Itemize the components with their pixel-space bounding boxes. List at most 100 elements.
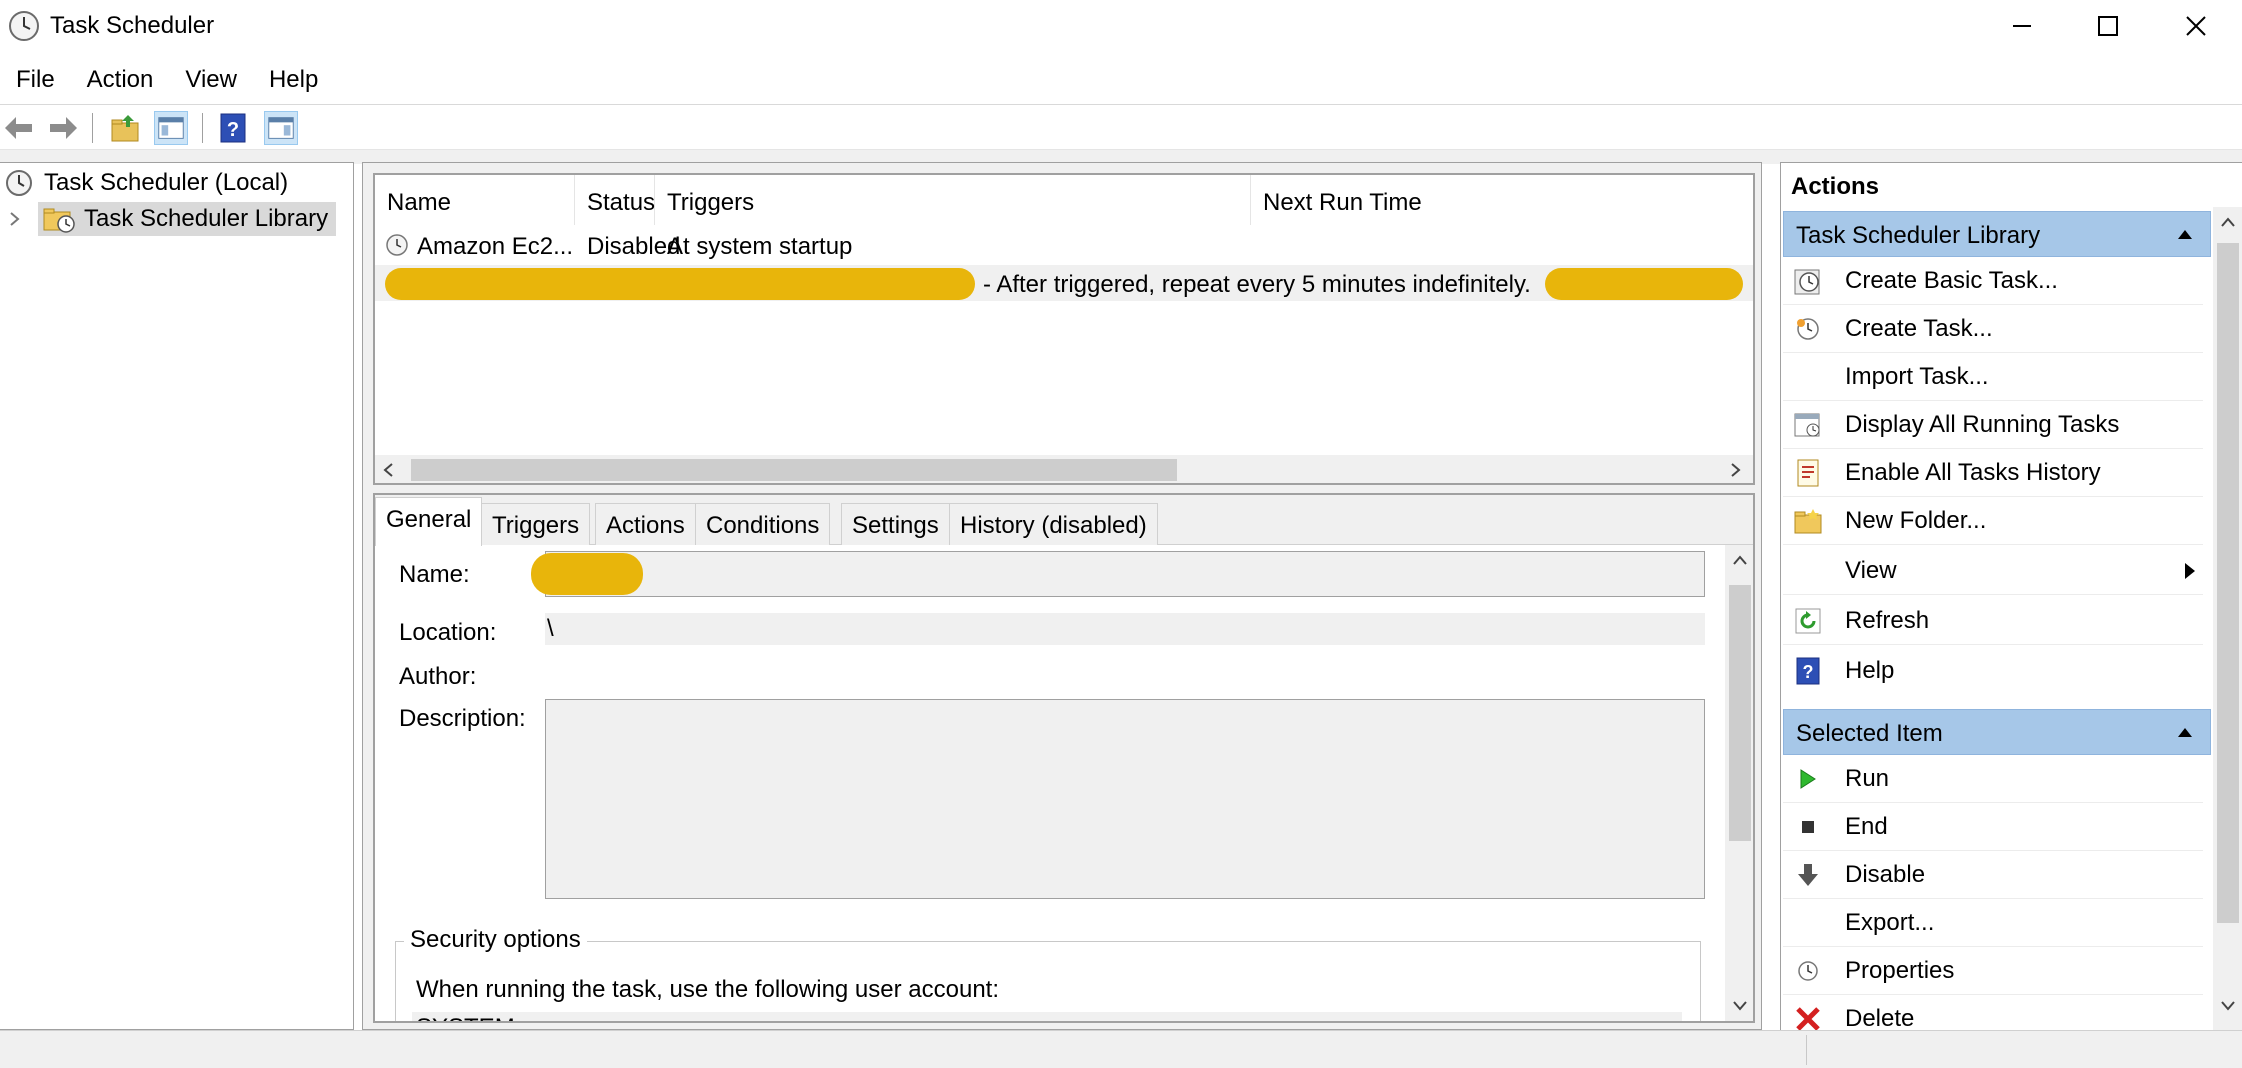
scroll-left-icon[interactable] [381, 461, 397, 479]
location-label: Location: [399, 619, 497, 646]
show-hide-action-pane-icon[interactable] [264, 111, 298, 145]
help-icon[interactable]: ? [216, 111, 250, 145]
user-account-value: SYSTEM [416, 1014, 515, 1021]
task-detail-pane: General Triggers Actions Conditions Sett… [373, 493, 1755, 1023]
show-hide-console-tree-icon[interactable] [154, 111, 188, 145]
tab-actions[interactable]: Actions [595, 503, 696, 545]
column-header-triggers[interactable]: Triggers [655, 175, 1251, 225]
table-row[interactable]: - After triggered, repeat every 5 minute… [375, 265, 1753, 301]
location-field[interactable]: \ [545, 613, 1705, 645]
action-export[interactable]: Export... [1783, 899, 2203, 947]
close-icon [2186, 16, 2206, 36]
action-create-task[interactable]: Create Task... [1783, 305, 2203, 353]
scroll-right-icon[interactable] [1727, 461, 1743, 479]
task-name-cell: Amazon Ec2... [417, 233, 574, 260]
collapse-up-icon[interactable] [2176, 724, 2194, 740]
name-label: Name: [399, 561, 470, 588]
scroll-up-icon[interactable] [2219, 215, 2237, 231]
action-help[interactable]: ? Help [1783, 647, 2203, 695]
action-label: Run [1845, 764, 1890, 792]
actions-vertical-scrollbar[interactable] [2213, 207, 2242, 1030]
menu-help[interactable]: Help [253, 60, 334, 100]
forward-arrow-icon[interactable] [46, 111, 80, 145]
tab-settings[interactable]: Settings [841, 503, 950, 545]
action-label: New Folder... [1845, 506, 1987, 534]
menu-view[interactable]: View [169, 60, 253, 100]
action-disable[interactable]: Disable [1783, 851, 2203, 899]
scroll-down-icon[interactable] [1731, 997, 1749, 1013]
action-new-folder[interactable]: New Folder... [1783, 497, 2203, 545]
action-end[interactable]: End [1783, 803, 2203, 851]
chevron-right-icon[interactable] [6, 209, 24, 229]
action-run[interactable]: Run [1783, 755, 2203, 803]
tree-library-label: Task Scheduler Library [84, 205, 329, 232]
actions-vertical-scroll-thumb[interactable] [2217, 243, 2239, 923]
clock-create-icon [1797, 317, 1819, 340]
action-label: Create Basic Task... [1845, 266, 2058, 294]
task-trigger-detail-cell: - After triggered, repeat every 5 minute… [983, 271, 1531, 298]
tree-library-selection[interactable]: Task Scheduler Library [38, 202, 337, 236]
user-account-text: When running the task, use the following… [416, 976, 1000, 1003]
menu-action[interactable]: Action [71, 60, 170, 100]
run-icon [1800, 768, 1816, 789]
section-header-selected-item[interactable]: Selected Item [1783, 709, 2211, 755]
delete-icon [1796, 1007, 1820, 1030]
back-arrow-icon[interactable] [2, 111, 36, 145]
detail-vertical-scrollbar[interactable] [1725, 545, 1753, 1021]
up-folder-icon[interactable] [108, 111, 142, 145]
description-field[interactable] [545, 699, 1705, 899]
collapse-up-icon[interactable] [2176, 226, 2194, 242]
action-view[interactable]: View [1783, 547, 2203, 595]
tab-general[interactable]: General [375, 497, 483, 546]
task-clock-icon [386, 234, 408, 256]
action-refresh[interactable]: Refresh [1783, 597, 2203, 645]
minimize-button[interactable] [1976, 0, 2068, 52]
center-pane: Name Status Triggers Next Run Time Amazo… [362, 162, 1762, 1030]
tab-history[interactable]: History (disabled) [949, 503, 1158, 545]
location-value: \ [547, 615, 554, 642]
action-delete[interactable]: Delete [1783, 995, 2203, 1030]
tree-library-item[interactable]: Task Scheduler Library [6, 201, 337, 237]
toolbar-separator [92, 113, 93, 143]
column-header-next-run-time[interactable]: Next Run Time [1251, 175, 1753, 225]
toolbar-separator [202, 113, 203, 143]
svg-text:?: ? [227, 119, 239, 141]
action-create-basic-task[interactable]: Create Basic Task... [1783, 257, 2203, 305]
maximize-icon [2098, 16, 2118, 36]
column-header-status[interactable]: Status [575, 175, 655, 225]
toolbar: ? [0, 104, 2242, 150]
name-field[interactable] [545, 551, 1705, 597]
history-icon [1797, 459, 1819, 486]
maximize-button[interactable] [2062, 0, 2154, 52]
scroll-down-icon[interactable] [2219, 997, 2237, 1013]
scroll-up-icon[interactable] [1731, 553, 1749, 569]
redaction-mark [1545, 268, 1743, 300]
user-account-field[interactable]: SYSTEM [412, 1012, 1682, 1021]
section-header-label: Task Scheduler Library [1796, 222, 2041, 249]
disable-icon [1798, 863, 1818, 886]
tab-triggers[interactable]: Triggers [481, 503, 591, 545]
status-bar-divider [1806, 1035, 1807, 1065]
table-row[interactable]: Amazon Ec2... Disabled At system startup [375, 227, 1753, 263]
detail-vertical-scroll-thumb[interactable] [1729, 585, 1751, 841]
tree-root-item[interactable]: Task Scheduler (Local) [4, 165, 288, 201]
action-properties[interactable]: Properties [1783, 947, 2203, 995]
running-tasks-icon [1794, 413, 1820, 436]
close-button[interactable] [2150, 0, 2242, 52]
tab-conditions[interactable]: Conditions [695, 503, 831, 545]
action-display-all-running-tasks[interactable]: Display All Running Tasks [1783, 401, 2203, 449]
horizontal-scroll-thumb[interactable] [411, 459, 1177, 481]
refresh-icon [1795, 608, 1821, 633]
window-title: Task Scheduler [50, 12, 215, 39]
folder-icon [1794, 508, 1822, 533]
folder-clock-icon [43, 208, 75, 233]
detail-tabs: General Triggers Actions Conditions Sett… [375, 495, 1753, 546]
action-enable-all-tasks-history[interactable]: Enable All Tasks History [1783, 449, 2203, 497]
action-import-task[interactable]: Import Task... [1783, 353, 2203, 401]
menu-file[interactable]: File [0, 60, 71, 100]
console-tree: Task Scheduler (Local) Task Scheduler Li… [0, 162, 354, 1030]
column-header-name[interactable]: Name [375, 175, 575, 225]
end-icon [1802, 820, 1814, 833]
section-header-task-scheduler-library[interactable]: Task Scheduler Library [1783, 211, 2211, 257]
horizontal-scrollbar[interactable] [375, 455, 1753, 483]
